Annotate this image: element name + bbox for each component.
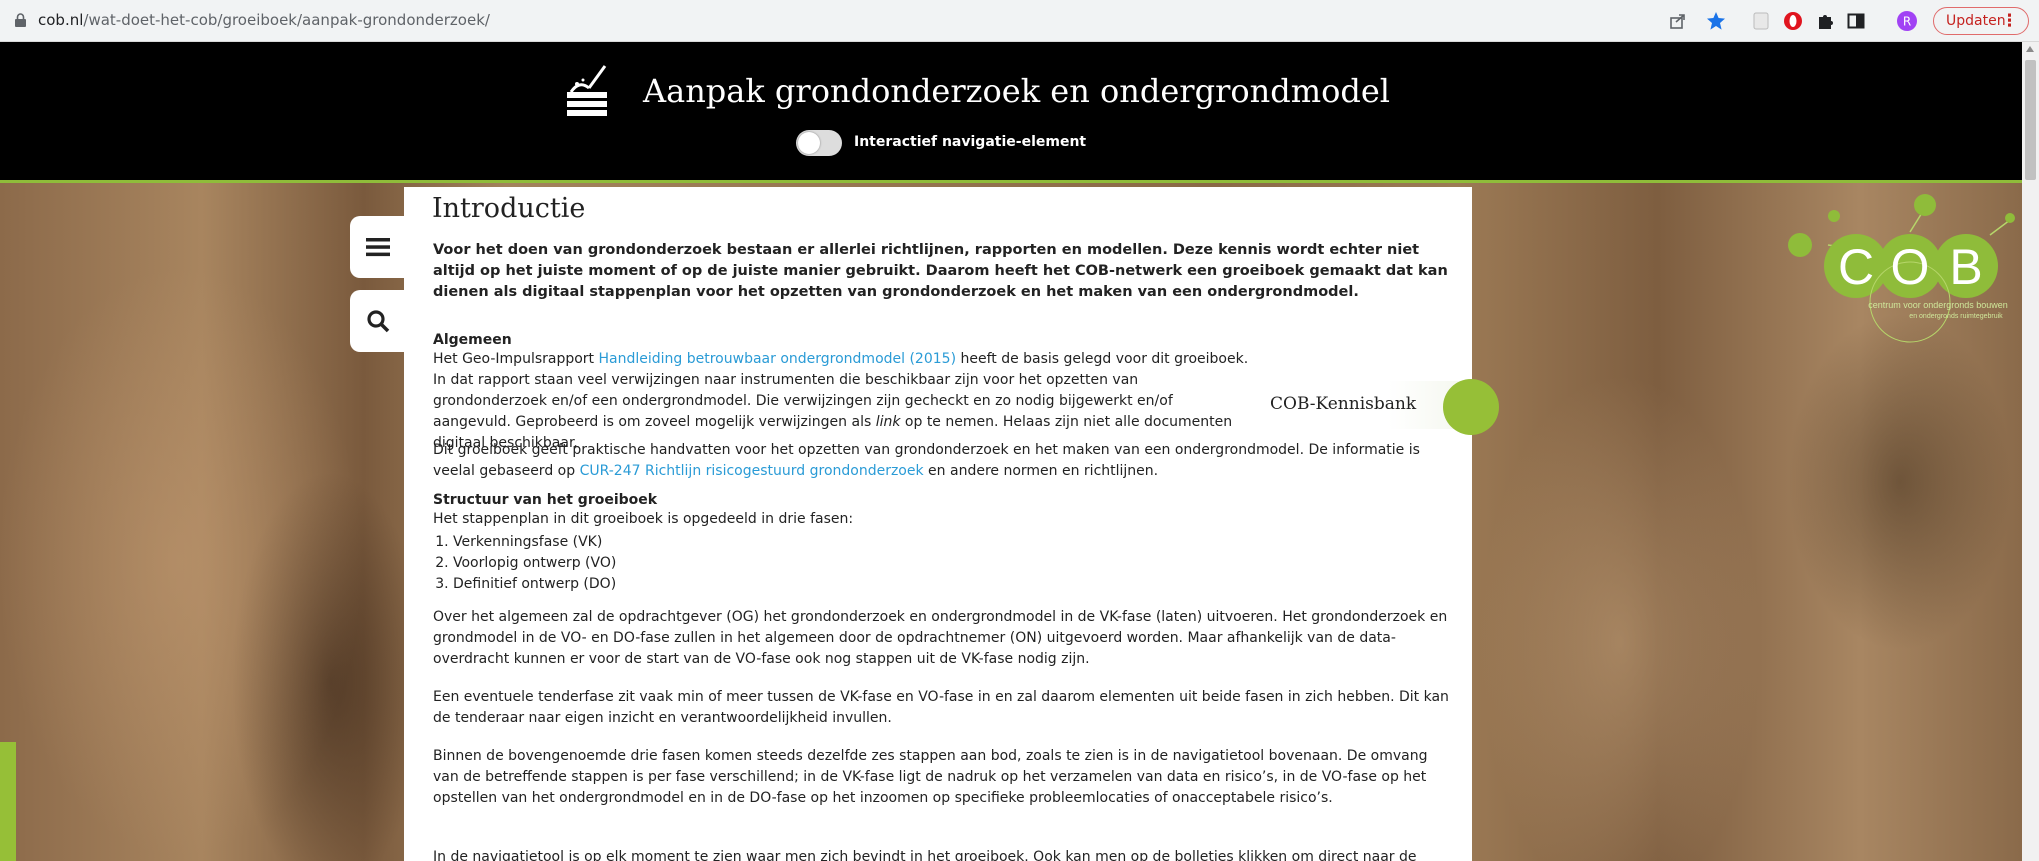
profile-avatar[interactable]: R	[1896, 10, 1918, 32]
navigation-toggle-switch[interactable]	[796, 130, 842, 156]
toggle-label: Interactief navigatie-element	[854, 134, 1087, 150]
url-field[interactable]: cob.nl/wat-doet-het-cob/groeiboek/aanpak…	[38, 11, 490, 29]
emphasis-link-word: link	[875, 414, 901, 430]
navigatietool-paragraph: In de navigatietool is op elk moment te …	[433, 849, 1417, 861]
main-content: Introductie Voor het doen van grondonder…	[404, 187, 1472, 861]
opera-extension-icon[interactable]	[1782, 10, 1804, 32]
side-panel-icon[interactable]	[1845, 10, 1867, 32]
section-heading: Introductie	[432, 193, 586, 224]
update-label: Updaten	[1946, 13, 2006, 29]
cur-247-link[interactable]: CUR-247 Richtlijn risicogestuurd grondon…	[580, 463, 924, 479]
toggle-knob	[798, 132, 820, 154]
tender-paragraph: Een eventuele tenderfase zit vaak min of…	[433, 689, 1449, 726]
browser-address-bar: cob.nl/wat-doet-het-cob/groeiboek/aanpak…	[0, 0, 2039, 42]
url-host: cob.nl	[38, 11, 84, 29]
structuur-heading: Structuur van het groeiboek	[433, 490, 1457, 511]
menu-button[interactable]	[350, 216, 405, 278]
phase-item: Voorlopig ontwerp (VO)	[453, 553, 1457, 574]
structuur-title: Structuur van het groeiboek	[433, 492, 658, 508]
cob-tagline-1: centrum voor ondergronds bouwen	[1868, 300, 2008, 310]
phase-item: Definitief ontwerp (DO)	[453, 574, 1457, 595]
update-browser-button[interactable]: Updaten ⋮	[1933, 7, 2029, 35]
left-green-accent	[0, 742, 16, 861]
scrollbar-thumb[interactable]	[2025, 60, 2036, 180]
cob-letter-c: C	[1838, 239, 1874, 295]
text-span: en andere normen en richtlijnen.	[923, 463, 1159, 479]
text-span: Het Geo-Impulsrapport	[433, 351, 599, 367]
vertical-scrollbar[interactable]	[2022, 42, 2039, 861]
binnen-paragraph: Binnen de bovengenoemde drie fasen komen…	[433, 748, 1428, 806]
cob-letter-o: O	[1891, 239, 1930, 295]
groeiboek-logo-icon	[567, 65, 607, 116]
cob-tagline-2: en ondergronds ruimtegebruik	[1909, 313, 2003, 320]
handleiding-link[interactable]: Handleiding betrouwbaar ondergrondmodel …	[599, 351, 957, 367]
header-divider	[0, 180, 2022, 183]
og-paragraph: Over het algemeen zal de opdrachtgever (…	[433, 609, 1448, 667]
hamburger-menu-icon	[365, 238, 390, 257]
scroll-up-arrow-icon[interactable]	[2026, 46, 2034, 52]
svg-text:R: R	[1903, 15, 1911, 29]
bookmark-star-icon[interactable]	[1705, 10, 1727, 32]
url-path: /wat-doet-het-cob/groeiboek/aanpak-grond…	[83, 11, 490, 29]
share-icon[interactable]	[1667, 10, 1689, 32]
site-header: Aanpak grondonderzoek en ondergrondmodel…	[0, 42, 2022, 183]
structuur-intro: Het stappenplan in dit groeiboek is opge…	[433, 511, 854, 527]
algemeen-heading: Algemeen	[433, 330, 1457, 351]
kennisbank-circle-icon[interactable]	[1443, 379, 1499, 435]
lock-icon	[15, 13, 26, 27]
phase-item: Verkenningsfase (VK)	[453, 532, 1457, 553]
algemeen-title: Algemeen	[433, 332, 512, 348]
extension-page-icon[interactable]	[1750, 10, 1772, 32]
intro-paragraph: Voor het doen van grondonderzoek bestaan…	[433, 242, 1448, 300]
algemeen-paragraph-1: Het Geo-Impulsrapport Handleiding betrou…	[433, 349, 1253, 454]
kennisbank-label[interactable]: COB-Kennisbank	[1270, 394, 1416, 414]
cob-letter-b: B	[1949, 239, 1982, 295]
text-span: heeft de basis gelegd voor dit groeiboek…	[956, 351, 1249, 367]
puzzle-extensions-icon[interactable]	[1814, 10, 1836, 32]
search-icon	[366, 310, 389, 333]
phases-list: Verkenningsfase (VK) Voorlopig ontwerp (…	[433, 532, 1457, 595]
more-options-icon[interactable]: ⋮	[2001, 11, 2018, 31]
page-title: Aanpak grondonderzoek en ondergrondmodel	[643, 72, 1390, 110]
search-button[interactable]	[350, 290, 405, 352]
algemeen-paragraph-2: Dit groeiboek geeft praktische handvatte…	[433, 440, 1457, 482]
page-viewport: Aanpak grondonderzoek en ondergrondmodel…	[0, 42, 2022, 861]
cob-logo[interactable]: C O B centrum voor ondergronds bouwen en…	[1760, 190, 2022, 350]
